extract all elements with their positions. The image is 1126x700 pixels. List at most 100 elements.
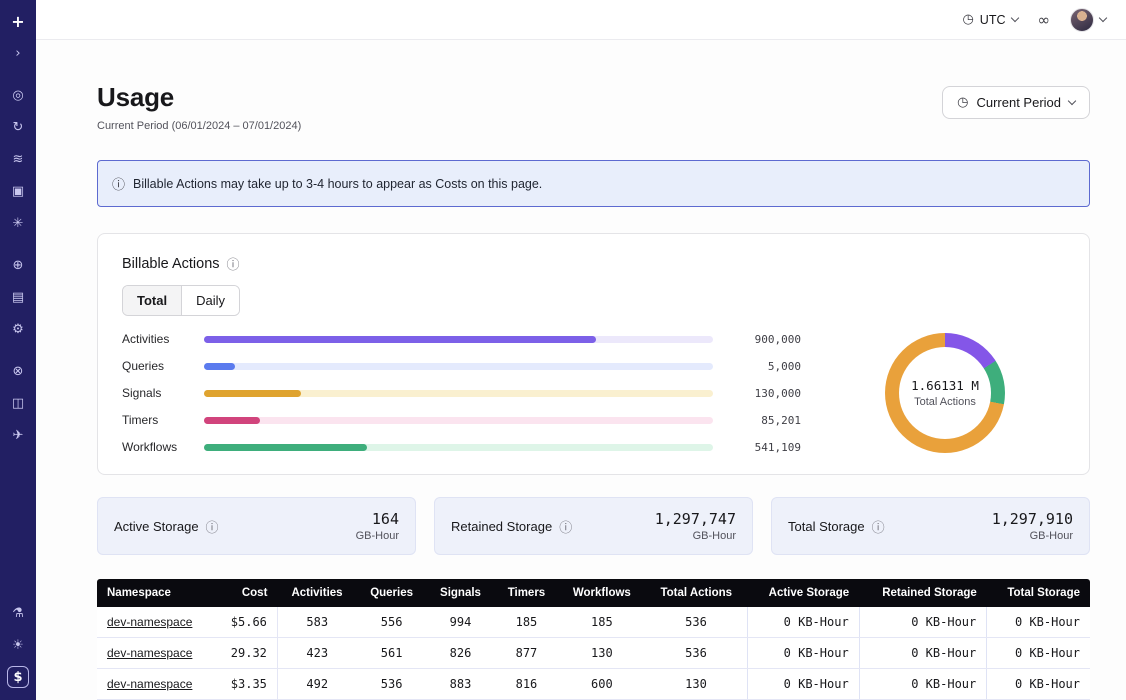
timezone-selector[interactable]: ◷ UTC (962, 12, 1017, 27)
expand-sidebar-icon[interactable]: › (7, 42, 29, 64)
temporal-logo-icon[interactable]: + (7, 10, 29, 32)
table-cell: 994 (427, 607, 495, 638)
billable-actions-title-text: Billable Actions (122, 256, 220, 272)
storage-value-unit: GB-Hour (356, 530, 399, 542)
column-header-retained-storage: Retained Storage (859, 579, 987, 607)
labs-flask-icon[interactable]: ⚗ (7, 602, 29, 624)
bar-fill (204, 417, 260, 424)
bar-track (204, 363, 713, 370)
info-icon: ⓘ (206, 517, 219, 536)
bar-value: 541,109 (725, 441, 801, 454)
namespace-link[interactable]: dev-namespace (107, 677, 192, 691)
table-header-row: NamespaceCostActivitiesQueriesSignalsTim… (97, 579, 1090, 607)
billable-chart-row: Activities 900,000 Queries5,000 Signals130,… (122, 332, 1065, 454)
table-cell: $3.35 (214, 669, 277, 700)
chevron-down-icon (1068, 97, 1076, 105)
storage-label-text: Total Storage (788, 519, 865, 534)
table-cell: 826 (427, 638, 495, 669)
table-row: dev-namespace$3.354925368838166001300 KB… (97, 669, 1090, 700)
bar-label: Activities (122, 332, 192, 346)
info-icon: ⓘ (872, 517, 885, 536)
storage-card-value: 164 GB-Hour (356, 510, 399, 542)
tab-daily[interactable]: Daily (181, 286, 239, 315)
layers-icon[interactable]: ≋ (7, 148, 29, 170)
table-cell: 130 (645, 669, 747, 700)
tab-total[interactable]: Total (123, 286, 181, 315)
usage-dollar-icon[interactable]: $ (7, 666, 29, 688)
bar-fill (204, 444, 367, 451)
goggles-icon[interactable]: ∞ (1038, 11, 1051, 29)
total-actions-label: Total Actions (911, 396, 979, 408)
nexus-icon[interactable]: ✳ (7, 212, 29, 234)
namespaces-icon[interactable]: ◎ (7, 84, 29, 106)
page-subtitle: Current Period (06/01/2024 – 07/01/2024) (97, 120, 301, 132)
storage-summary-row: Active Storageⓘ164GB-HourRetained Storag… (97, 497, 1090, 555)
table-cell: 556 (357, 607, 427, 638)
theme-icon[interactable]: ☀ (7, 634, 29, 656)
limits-icon[interactable]: ⊗ (7, 360, 29, 382)
period-selector-button[interactable]: ◷ Current Period (942, 86, 1090, 119)
settings-gear-icon[interactable]: ⚙ (7, 318, 29, 340)
storage-value-number: 164 (356, 510, 399, 528)
getting-started-icon[interactable]: ✈ (7, 424, 29, 446)
bar-value: 900,000 (725, 333, 801, 346)
bar-track (204, 390, 713, 397)
main-content: Usage Current Period (06/01/2024 – 07/01… (36, 40, 1126, 700)
deployments-icon[interactable]: ▣ (7, 180, 29, 202)
billable-actions-card: Billable Actions ⓘ TotalDaily Activities… (97, 233, 1090, 475)
docs-icon[interactable]: ◫ (7, 392, 29, 414)
bar-row-activities: Activities 900,000 (122, 332, 801, 346)
bar-value: 130,000 (725, 387, 801, 400)
schedules-icon[interactable]: ↻ (7, 116, 29, 138)
clock-icon: ◷ (962, 12, 973, 27)
storage-value-number: 1,297,910 (992, 510, 1073, 528)
table-cell: 492 (277, 669, 356, 700)
sidebar: + › ◎ ↻ ≋ ▣ ✳ ⊕ ▤ ⚙ ⊗ ◫ ✈ ⚗ ☀ $ (0, 0, 36, 700)
namespace-cell: dev-namespace (97, 638, 214, 669)
bar-track (204, 417, 713, 424)
table-cell: 130 (558, 638, 645, 669)
storage-card-retained-storage: Retained Storageⓘ1,297,747GB-Hour (434, 497, 753, 555)
bar-label: Queries (122, 359, 192, 373)
app-root: + › ◎ ↻ ≋ ▣ ✳ ⊕ ▤ ⚙ ⊗ ◫ ✈ ⚗ ☀ $ ◷ UTC ∞ Usage Current … (0, 0, 1126, 700)
bar-row-signals: Signals130,000 (122, 386, 801, 400)
table-cell: 536 (357, 669, 427, 700)
billable-bar-chart: Activities 900,000 Queries5,000 Signals130,… (122, 332, 801, 454)
column-header-workflows: Workflows (558, 579, 645, 607)
storage-card-label: Active Storageⓘ (114, 517, 219, 536)
storage-card-value: 1,297,910GB-Hour (992, 510, 1073, 542)
main-shell: ◷ UTC ∞ Usage Current Period (06/01/2024… (36, 0, 1126, 700)
billable-actions-title: Billable Actions ⓘ (122, 254, 1065, 273)
bar-label: Timers (122, 413, 192, 427)
donut-chart-area: 1.66131 M Total Actions (825, 333, 1065, 453)
column-header-signals: Signals (427, 579, 495, 607)
table-cell: 185 (558, 607, 645, 638)
table-cell: 185 (494, 607, 558, 638)
column-header-cost: Cost (214, 579, 277, 607)
column-header-activities: Activities (277, 579, 356, 607)
regions-icon[interactable]: ⊕ (7, 254, 29, 276)
table-cell: 0 KB-Hour (987, 638, 1090, 669)
storage-card-active-storage: Active Storageⓘ 164 GB-Hour (97, 497, 416, 555)
billing-icon[interactable]: ▤ (7, 286, 29, 308)
table-cell: 0 KB-Hour (747, 669, 859, 700)
storage-card-total-storage: Total Storage ⓘ 1,297,910GB-Hour (771, 497, 1090, 555)
bar-row-workflows: Workflows 541,109 (122, 440, 801, 454)
storage-card-value: 1,297,747 GB-Hour (655, 510, 736, 542)
table-cell: 536 (645, 638, 747, 669)
user-menu[interactable] (1070, 8, 1106, 32)
namespace-link[interactable]: dev-namespace (107, 615, 192, 629)
storage-value-number: 1,297,747 (655, 510, 736, 528)
table-cell: 583 (277, 607, 356, 638)
sidebar-bottom-group: ⚗ ☀ $ (7, 602, 29, 688)
table-cell: 0 KB-Hour (747, 638, 859, 669)
table-cell: 0 KB-Hour (987, 607, 1090, 638)
info-icon: ⓘ (559, 517, 572, 536)
storage-value-unit: GB-Hour (655, 530, 736, 542)
column-header-namespace: Namespace (97, 579, 214, 607)
bar-label: Workflows (122, 440, 192, 454)
bar-row-queries: Queries5,000 (122, 359, 801, 373)
table-cell: 816 (494, 669, 558, 700)
page-title: Usage (97, 82, 301, 113)
namespace-link[interactable]: dev-namespace (107, 646, 192, 660)
